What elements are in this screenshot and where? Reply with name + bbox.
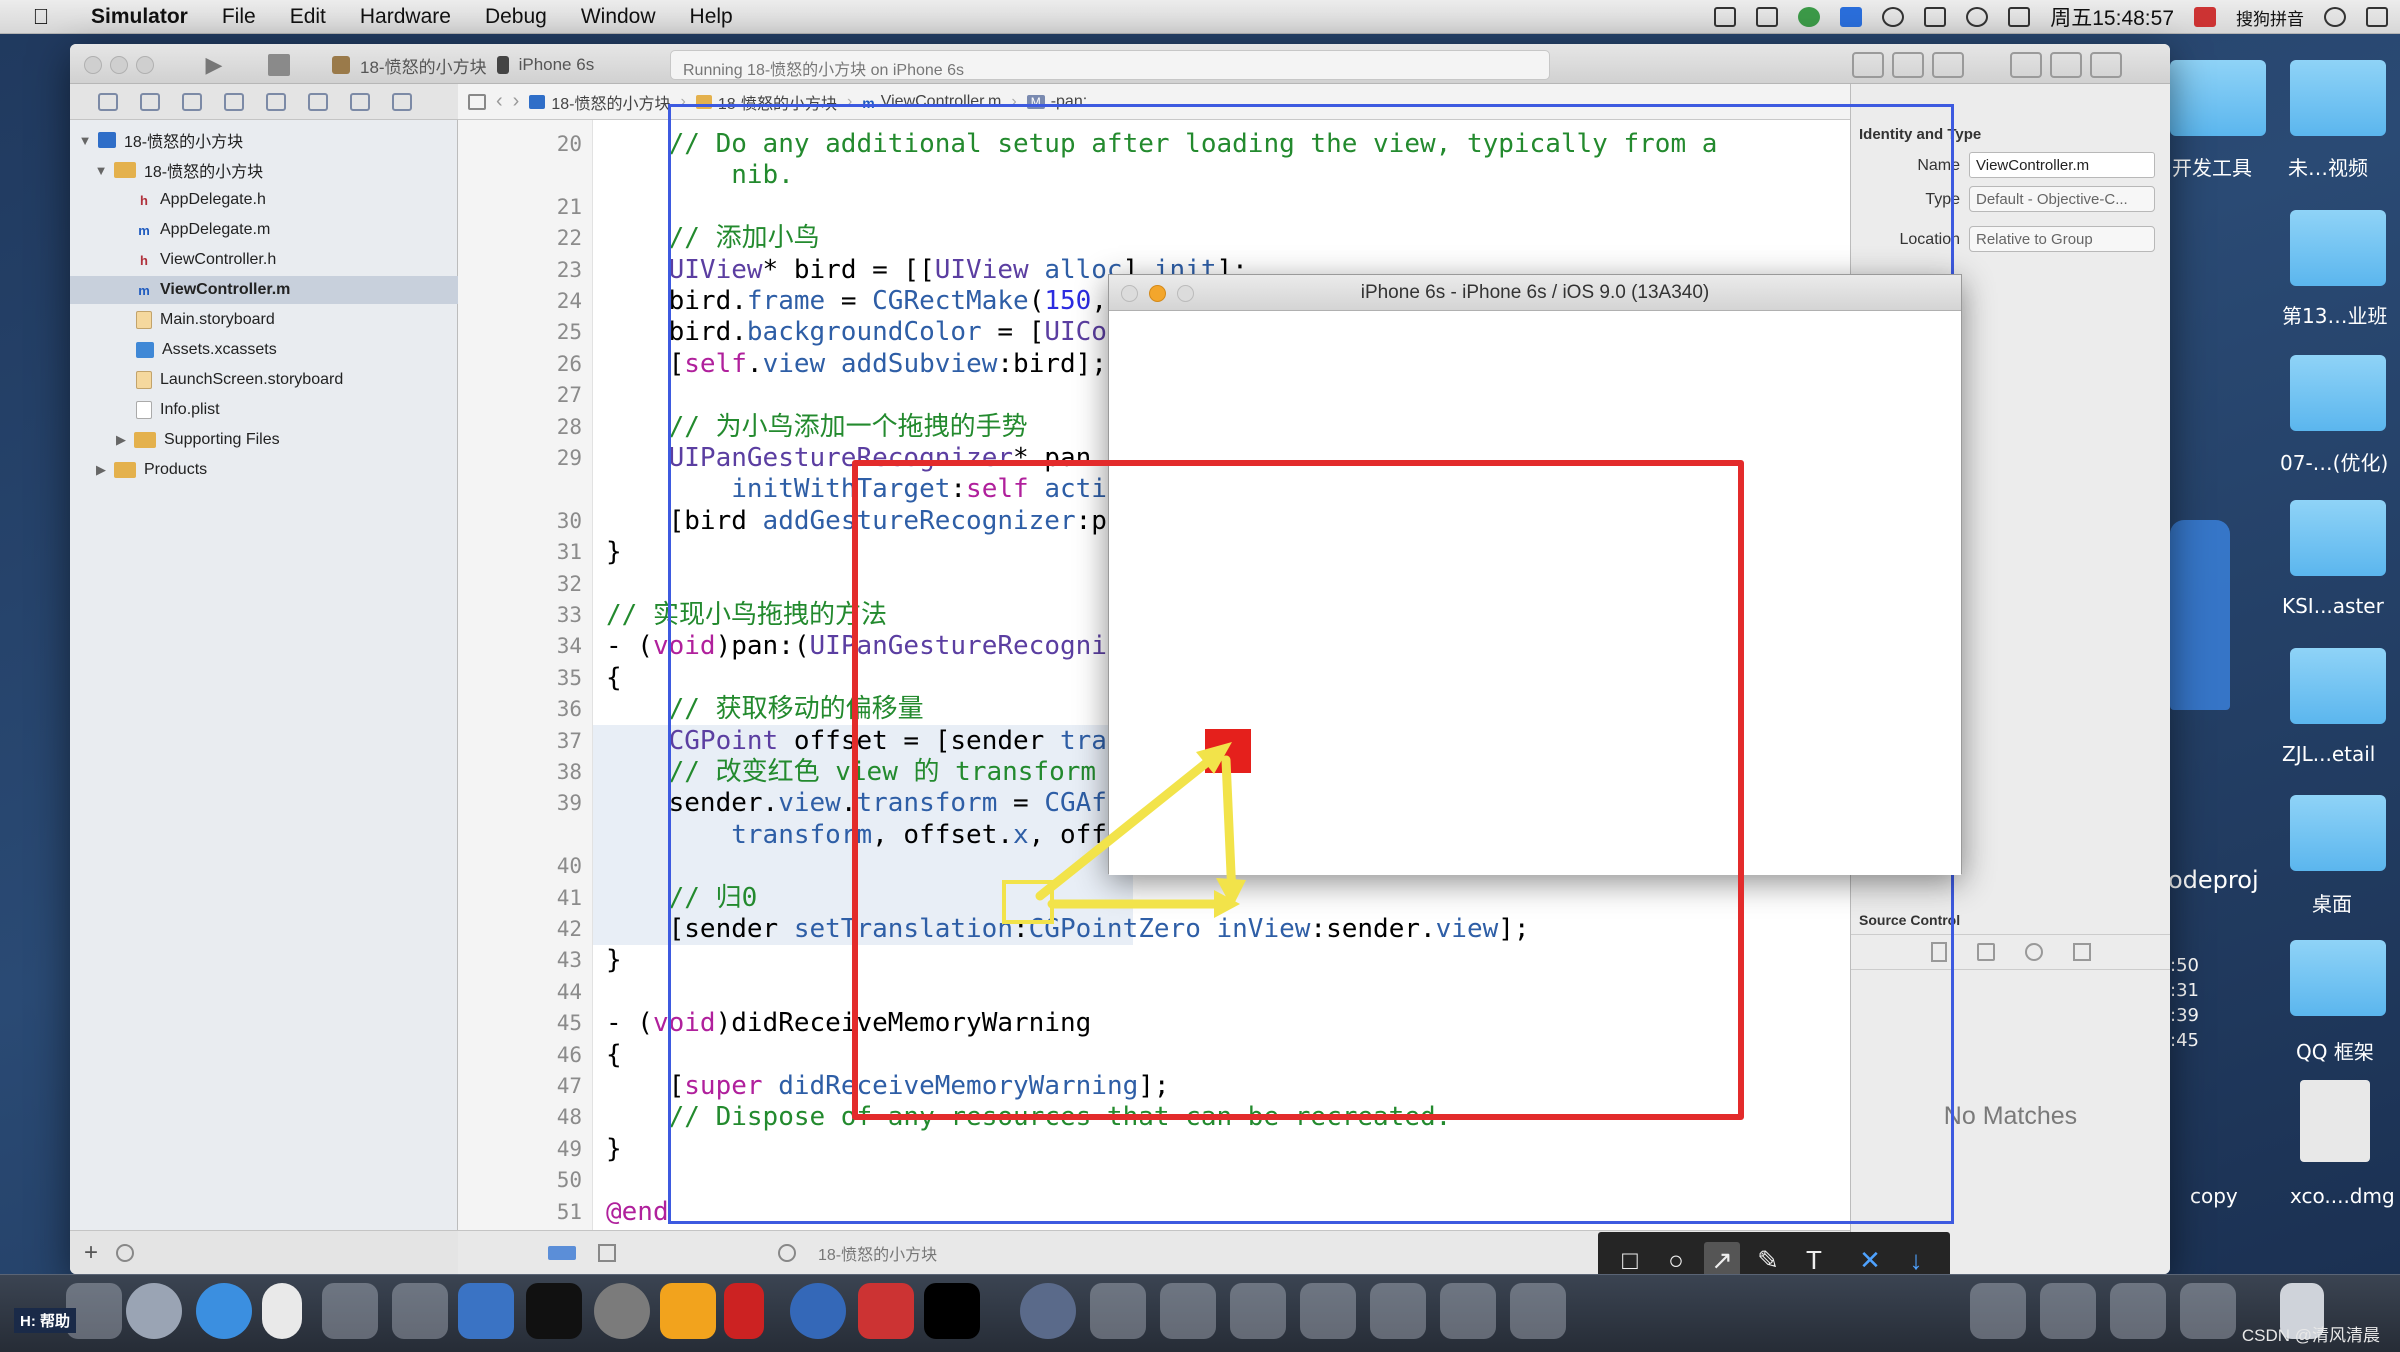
simulator-dock-icon[interactable] [1020, 1283, 1076, 1339]
rectangle-tool-icon[interactable]: □ [1612, 1242, 1648, 1278]
window-thumb-icon[interactable] [2110, 1283, 2166, 1339]
window-thumb-icon[interactable] [1370, 1283, 1426, 1339]
window-thumb-icon[interactable] [2180, 1283, 2236, 1339]
window-thumb-icon[interactable] [1230, 1283, 1286, 1339]
window-thumb-icon[interactable] [1440, 1283, 1496, 1339]
photo-icon[interactable] [322, 1283, 378, 1339]
window-thumb-icon[interactable] [1160, 1283, 1216, 1339]
paw-icon[interactable] [724, 1283, 764, 1339]
arrow-tool-icon[interactable]: ↗ [1704, 1242, 1740, 1278]
watermark: CSDN @清风清晨 [2241, 1326, 2380, 1345]
dock [0, 1274, 2400, 1352]
window-thumb-icon[interactable] [1090, 1283, 1146, 1339]
launchpad-icon[interactable] [126, 1283, 182, 1339]
annotation-arrow-diagonal [1035, 747, 1225, 901]
window-thumb-icon[interactable] [1510, 1283, 1566, 1339]
dark-app-icon[interactable] [924, 1283, 980, 1339]
ellipse-tool-icon[interactable]: ○ [1658, 1242, 1694, 1278]
window-thumb-icon[interactable] [2040, 1283, 2096, 1339]
download-icon[interactable]: ↓ [1898, 1242, 1934, 1278]
app-store-icon[interactable] [458, 1283, 514, 1339]
mouse-icon[interactable] [262, 1283, 302, 1339]
terminal-icon[interactable] [526, 1283, 582, 1339]
annotation-arrow-vertical [1221, 755, 1237, 901]
help-badge: H: 帮助 [14, 1308, 76, 1333]
pen-tool-icon[interactable]: ✎ [1750, 1242, 1786, 1278]
safari-icon[interactable] [196, 1283, 252, 1339]
quicktime-icon[interactable] [790, 1283, 846, 1339]
text-tool-icon[interactable]: T [1796, 1242, 1832, 1278]
xcode-icon[interactable] [392, 1283, 448, 1339]
annotation-arrows [1002, 742, 1246, 924]
window-thumb-icon[interactable] [1300, 1283, 1356, 1339]
cancel-icon[interactable]: ✕ [1852, 1242, 1888, 1278]
sketch-icon[interactable] [660, 1283, 716, 1339]
system-preferences-icon[interactable] [594, 1283, 650, 1339]
screenshot-app-icon[interactable] [858, 1283, 914, 1339]
window-thumb-icon[interactable] [1970, 1283, 2026, 1339]
